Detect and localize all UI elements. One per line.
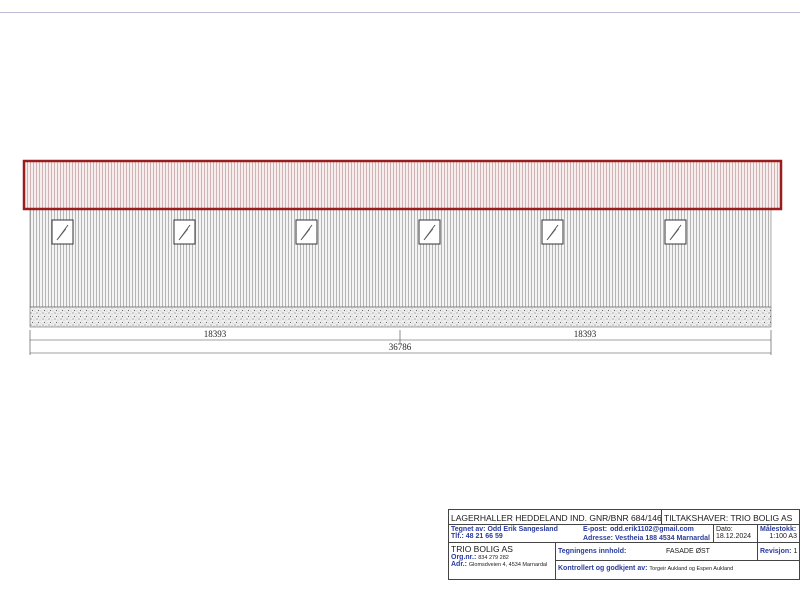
dim-left: 18393 xyxy=(204,329,227,339)
project-title: LAGERHALLER HEDDELAND IND. GNR/BNR 684/1… xyxy=(448,509,662,525)
drawn-by-cell: Tegnet av: Odd Erik Sangesland E-post: od… xyxy=(448,524,714,543)
company-cell: TRIO BOLIG AS Org.nr.: 834 279 282 Adr.:… xyxy=(448,542,556,580)
title-block: LAGERHALLER HEDDELAND IND. GNR/BNR 684/1… xyxy=(448,509,800,589)
dim-right: 18393 xyxy=(574,329,597,339)
scale-cell: Målestokk: 1:100 A3 xyxy=(757,524,800,543)
date-cell: Dato: 18.12.2024 xyxy=(713,524,758,543)
roof-fascia xyxy=(22,159,783,211)
window-3 xyxy=(295,219,318,245)
owner: TILTAKSHAVER: TRIO BOLIG AS xyxy=(661,509,800,525)
window-4 xyxy=(418,219,441,245)
dim-total: 36786 xyxy=(389,342,412,352)
window-6 xyxy=(664,219,687,245)
approved-cell: Kontrollert og godkjent av: Torgeir Aukl… xyxy=(555,560,800,580)
content-cell: Tegningens innhold: FASADE ØST xyxy=(555,542,758,561)
ground-gravel xyxy=(29,306,772,328)
window-1 xyxy=(51,219,74,245)
revision-cell: Revisjon: 1 xyxy=(757,542,800,561)
window-5 xyxy=(541,219,564,245)
wall-cladding xyxy=(29,208,772,308)
window-2 xyxy=(173,219,196,245)
